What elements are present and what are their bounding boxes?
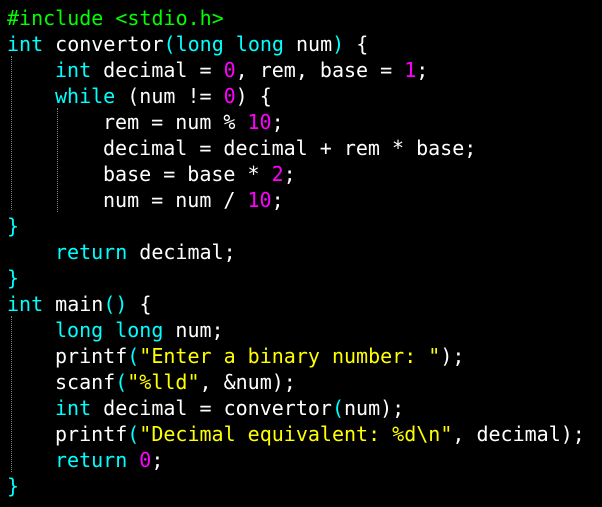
decl-text: num; [163, 318, 224, 342]
code-line-14: printf("Enter a binary number: "); [7, 343, 602, 369]
number-literal: 0 [223, 84, 236, 108]
code-line-13: long long num; [7, 317, 602, 343]
condition-open: (num != [115, 84, 224, 108]
code-line-4: while (num != 0) { [7, 83, 602, 109]
paren-open: ( [163, 32, 176, 56]
number-literal: 10 [247, 110, 272, 134]
paren-open: ( [331, 396, 344, 420]
close-brace: } [7, 474, 20, 498]
semicolon: ; [416, 58, 429, 82]
decl-text: decimal = convertor [91, 396, 332, 420]
code-line-2: int convertor(long long num) { [7, 31, 602, 57]
code-line-6: decimal = decimal + rem * base; [7, 135, 602, 161]
code-line-18: return 0; [7, 447, 602, 473]
semicolon: ; [283, 162, 296, 186]
call-close: , decimal); [452, 422, 585, 446]
code-line-1: #include <stdio.h> [7, 5, 602, 31]
code-content[interactable]: #include <stdio.h> int convertor(long lo… [7, 5, 602, 499]
param-name: num [296, 32, 333, 56]
semicolon: ; [151, 448, 164, 472]
number-literal: 2 [271, 162, 284, 186]
code-line-10: return decimal; [7, 239, 602, 265]
function-name: convertor [55, 32, 164, 56]
return-keyword: return [55, 240, 128, 264]
var-type: int [55, 58, 92, 82]
statement-text: base = base * [103, 162, 272, 186]
include-directive: #include <stdio.h> [7, 6, 224, 30]
close-brace: } [7, 214, 20, 238]
code-line-5: rem = num % 10; [7, 109, 602, 135]
var-type: long long [55, 318, 164, 342]
return-type: int [7, 292, 44, 316]
function-call: scanf [55, 370, 116, 394]
statement-text: rem = num % [103, 110, 248, 134]
paren-open: ( [127, 344, 140, 368]
condition-close: ) { [235, 84, 272, 108]
while-keyword: while [55, 84, 116, 108]
open-brace: { [127, 292, 152, 316]
code-line-7: base = base * 2; [7, 161, 602, 187]
var-type: int [55, 396, 92, 420]
code-line-19: } [7, 473, 602, 499]
number-literal: 1 [404, 58, 417, 82]
code-line-16: int decimal = convertor(num); [7, 395, 602, 421]
return-value: decimal; [127, 240, 236, 264]
code-line-11: } [7, 265, 602, 291]
call-close: ); [440, 344, 465, 368]
open-brace: { [344, 32, 369, 56]
function-call: printf [55, 422, 128, 446]
paren-close: ) [332, 32, 345, 56]
param-type: long long [175, 32, 284, 56]
statement-text: num = num / [103, 188, 248, 212]
paren-open: ( [127, 422, 140, 446]
call-close: , &num); [199, 370, 296, 394]
string-literal: "%lld" [127, 370, 200, 394]
statement-text: decimal = decimal + rem * base; [103, 136, 477, 160]
function-name: main [43, 292, 104, 316]
call-arg: num [344, 396, 381, 420]
function-call: printf [55, 344, 128, 368]
code-line-15: scanf("%lld", &num); [7, 369, 602, 395]
string-literal: "Decimal equivalent: %d\n" [139, 422, 453, 446]
number-literal: 10 [247, 188, 272, 212]
code-line-8: num = num / 10; [7, 187, 602, 213]
code-line-12: int main() { [7, 291, 602, 317]
semicolon: ; [271, 110, 284, 134]
call-close: ); [380, 396, 405, 420]
return-keyword: return [55, 448, 128, 472]
close-brace: } [7, 266, 20, 290]
paren-open: ( [115, 370, 128, 394]
code-editor[interactable]: #include <stdio.h> int convertor(long lo… [0, 0, 602, 507]
code-line-9: } [7, 213, 602, 239]
parens: () [103, 292, 128, 316]
decl-text: decimal = [91, 58, 224, 82]
code-line-17: printf("Decimal equivalent: %d\n", decim… [7, 421, 602, 447]
number-literal: 0 [139, 448, 152, 472]
return-type: int [7, 32, 44, 56]
decl-mid: , rem, base = [235, 58, 405, 82]
number-literal: 0 [223, 58, 236, 82]
code-line-3: int decimal = 0, rem, base = 1; [7, 57, 602, 83]
semicolon: ; [271, 188, 284, 212]
string-literal: "Enter a binary number: " [139, 344, 441, 368]
